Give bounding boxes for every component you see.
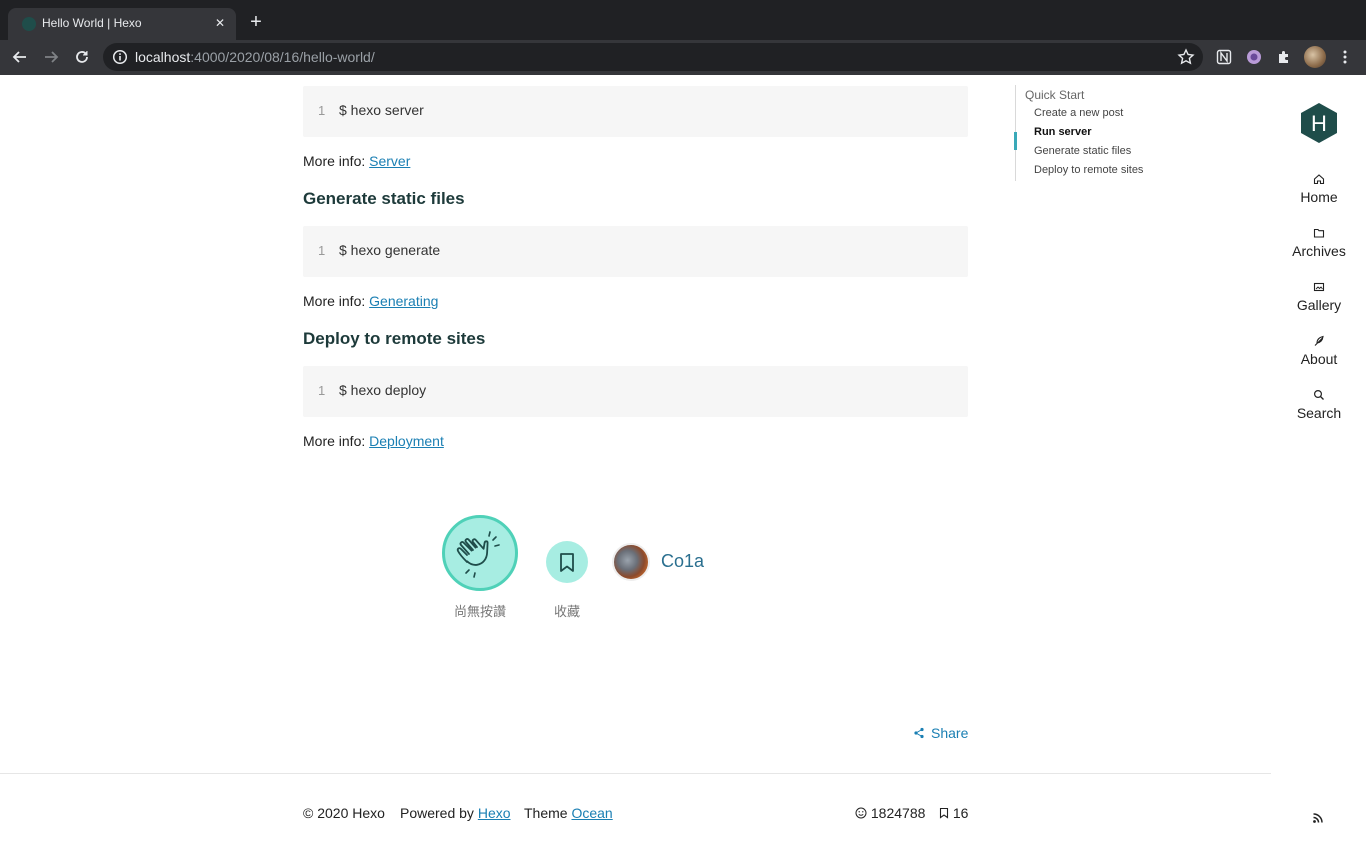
toc-active-marker [1014, 132, 1017, 150]
svg-text:H: H [1311, 111, 1327, 136]
toc-item-active[interactable]: Run server [1034, 126, 1091, 138]
back-arrow-icon[interactable] [10, 47, 30, 67]
extension-avatar-icon[interactable] [1244, 47, 1264, 67]
share-label: Share [931, 725, 969, 741]
footer-copyright: © 2020 Hexo [303, 805, 385, 821]
line-number: 1 [318, 243, 326, 258]
section-heading: Deploy to remote sites [303, 329, 486, 348]
toc-title[interactable]: Quick Start [1025, 88, 1084, 102]
table-of-contents: Quick Start Create a new post Run server… [1014, 85, 1215, 181]
visitor-count: 1824788 [855, 805, 925, 821]
more-info-link[interactable]: Generating [369, 293, 438, 309]
folder-icon [1313, 228, 1325, 238]
browser-tab-strip: Hello World | Hexo ✕ + [0, 0, 1366, 40]
profile-avatar[interactable] [1304, 46, 1326, 68]
address-bar[interactable]: localhost:4000/2020/08/16/hello-world/ [103, 43, 1203, 71]
sidebar-item-label: Search [1296, 405, 1342, 421]
site-favicon-icon [22, 17, 36, 31]
more-info-link[interactable]: Server [369, 153, 410, 169]
info-icon[interactable] [112, 49, 128, 65]
sidebar-item-label: Gallery [1296, 297, 1342, 313]
code-block: 1 $ hexo server [303, 86, 968, 137]
bookmark-small-icon [939, 807, 949, 819]
footer-powered: Powered by Hexo [400, 805, 511, 821]
new-tab-icon[interactable]: + [247, 12, 265, 32]
more-info-link[interactable]: Deployment [369, 433, 444, 449]
footer-theme: Theme Ocean [524, 805, 613, 821]
browser-toolbar: localhost:4000/2020/08/16/hello-world/ [0, 40, 1366, 75]
notion-extension-icon[interactable] [1214, 47, 1234, 67]
feather-icon [1314, 335, 1324, 346]
code-line: $ hexo deploy [339, 382, 427, 398]
sidebar-item-label: Home [1300, 189, 1338, 205]
code-block: 1 $ hexo generate [303, 226, 968, 277]
home-icon [1313, 174, 1325, 185]
hexo-link[interactable]: Hexo [478, 805, 511, 821]
image-icon [1313, 282, 1325, 292]
clap-hands-icon [456, 531, 500, 578]
more-menu-icon[interactable] [1335, 47, 1355, 67]
sidebar-item-gallery[interactable]: Gallery [1288, 281, 1350, 313]
close-tab-icon[interactable]: ✕ [212, 15, 228, 31]
browser-tab[interactable]: Hello World | Hexo ✕ [8, 8, 236, 40]
section-heading: Generate static files [303, 189, 465, 208]
more-info: More info: Server [303, 153, 411, 169]
extensions-puzzle-icon[interactable] [1274, 47, 1294, 67]
toc-item[interactable]: Create a new post [1034, 107, 1123, 119]
ocean-theme-link[interactable]: Ocean [571, 805, 612, 821]
line-number: 1 [318, 383, 326, 398]
bookmark-icon [560, 553, 574, 572]
bookmark-label: 收藏 [553, 604, 580, 619]
author-avatar[interactable] [612, 543, 650, 581]
forward-arrow-icon[interactable] [41, 47, 61, 67]
clap-button[interactable] [442, 515, 518, 591]
line-number: 1 [318, 103, 326, 118]
code-block: 1 $ hexo deploy [303, 366, 968, 417]
share-icon [914, 727, 924, 739]
code-line: $ hexo generate [339, 242, 441, 258]
more-info: More info: Deployment [303, 433, 444, 449]
url-text[interactable]: localhost:4000/2020/08/16/hello-world/ [135, 49, 375, 65]
page-content: 1 $ hexo server More info: Server Genera… [0, 75, 1366, 853]
footer-divider [0, 773, 1271, 774]
code-line: $ hexo server [339, 102, 424, 118]
sidebar-item-label: Archives [1292, 243, 1346, 259]
site-logo[interactable]: H [1298, 102, 1340, 144]
sidebar-item-archives[interactable]: Archives [1288, 227, 1350, 259]
bookmark-star-icon[interactable] [1177, 48, 1195, 66]
clap-count-label: 尚無按讚 [453, 604, 506, 619]
toc-item[interactable]: Generate static files [1034, 145, 1131, 157]
share-button[interactable]: Share [913, 725, 968, 741]
smiley-icon [855, 807, 867, 819]
tab-title: Hello World | Hexo [42, 16, 142, 30]
sidebar-item-label: About [1300, 351, 1338, 367]
post-count: 16 [939, 805, 968, 821]
reload-icon[interactable] [72, 47, 92, 67]
more-info: More info: Generating [303, 293, 439, 309]
sidebar-item-home[interactable]: Home [1288, 173, 1350, 205]
rss-icon[interactable] [1312, 812, 1324, 824]
author-name[interactable]: Co1a [661, 551, 704, 572]
search-icon [1313, 389, 1324, 400]
toc-item[interactable]: Deploy to remote sites [1034, 164, 1143, 176]
sidebar-item-search[interactable]: Search [1288, 389, 1350, 421]
sidebar-item-about[interactable]: About [1288, 335, 1350, 367]
bookmark-button[interactable] [546, 541, 588, 583]
